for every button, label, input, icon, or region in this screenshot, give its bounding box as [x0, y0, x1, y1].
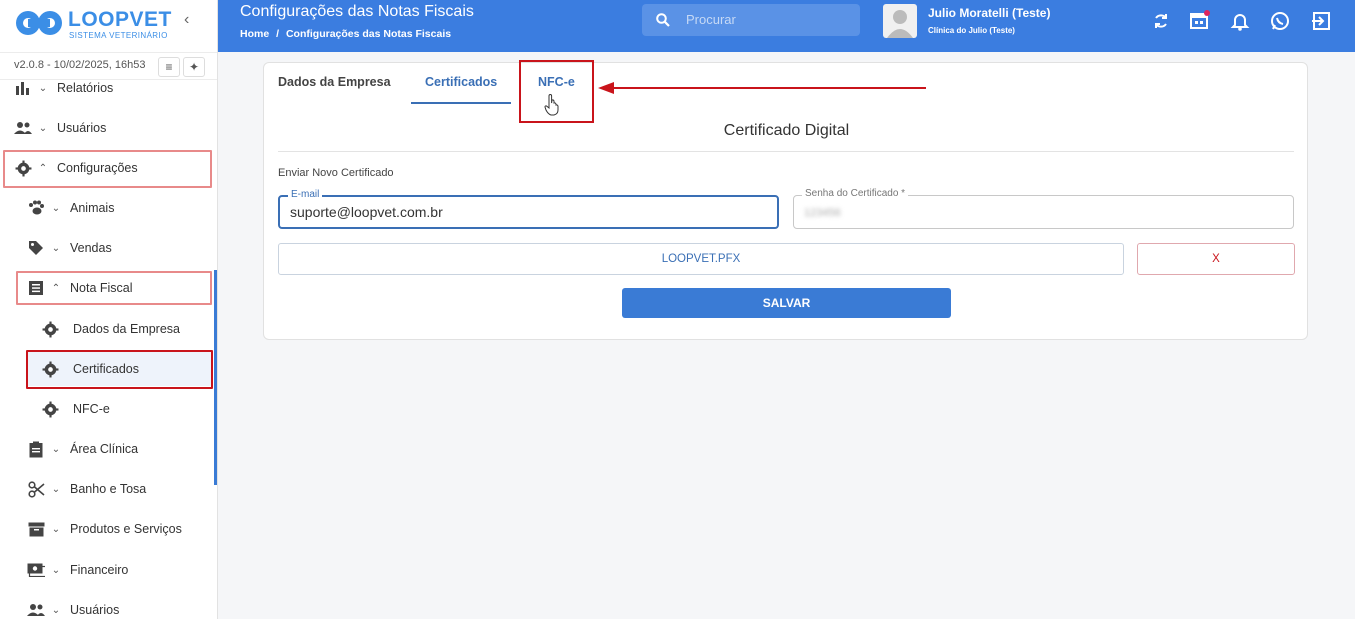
- email-field[interactable]: E-mail suporte@loopvet.com.br: [278, 189, 779, 229]
- sparkle-icon[interactable]: ✦: [183, 57, 205, 77]
- gear-icon: [41, 320, 59, 338]
- sync-icon[interactable]: [1150, 10, 1172, 32]
- bell-icon[interactable]: [1229, 10, 1251, 32]
- topbar: Configurações das Notas Fiscais Home / C…: [218, 0, 1355, 52]
- chevron-down-icon: ⌄: [51, 483, 61, 495]
- highlight-nota-fiscal: [16, 271, 212, 305]
- loopvet-logo-icon: [16, 11, 62, 35]
- subsection-label: Enviar Novo Certificado: [278, 167, 394, 179]
- avatar[interactable]: [883, 4, 917, 38]
- chevron-down-icon: ⌄: [51, 242, 61, 254]
- search-icon: [656, 13, 670, 27]
- sidebar-item-produtos-e-servicos[interactable]: ⌄ Produtos e Serviços: [27, 511, 182, 547]
- sidebar-item-banho-e-tosa[interactable]: ⌄ Banho e Tosa: [27, 471, 146, 507]
- chevron-down-icon: ⌄: [38, 122, 48, 134]
- password-label: Senha do Certificado *: [802, 188, 909, 199]
- chevron-down-icon: ⌄: [38, 82, 48, 94]
- brand-name: LOOPVET: [68, 8, 172, 31]
- annotation-arrow-icon: [598, 82, 926, 94]
- annotation-highlight-nfc-e: [519, 60, 594, 123]
- chevron-down-icon: ⌄: [51, 564, 61, 576]
- email-label: E-mail: [288, 189, 323, 200]
- sidebar-item-label: Produtos e Serviços: [70, 522, 182, 536]
- divider: [278, 151, 1294, 152]
- clipboard-icon: [27, 440, 45, 458]
- sidebar: LOOPVET SISTEMA VETERINÁRIO ‹ v2.0.8 - 1…: [0, 0, 218, 619]
- sidebar-item-label: Relatórios: [57, 81, 114, 95]
- logout-icon[interactable]: [1310, 10, 1332, 32]
- sidebar-item-label: Vendas: [70, 241, 112, 255]
- logo-row: LOOPVET SISTEMA VETERINÁRIO ‹: [0, 0, 217, 48]
- chart-icon: [14, 79, 32, 97]
- certificate-file-button[interactable]: LOOPVET.PFX: [278, 243, 1124, 275]
- archive-icon: [27, 520, 45, 538]
- collapse-sidebar-icon[interactable]: ‹: [184, 11, 189, 29]
- breadcrumb-separator: /: [276, 28, 280, 40]
- sidebar-item-nfc-e[interactable]: NFC-e: [41, 391, 110, 427]
- user-name: Julio Moratelli (Teste): [928, 6, 1051, 20]
- sidebar-item-label: Financeiro: [70, 563, 129, 577]
- tab-certificados[interactable]: Certificados: [425, 75, 497, 89]
- sidebar-item-label: Usuários: [70, 603, 120, 617]
- paw-icon: [27, 199, 45, 217]
- chevron-down-icon: ⌄: [51, 604, 61, 616]
- certificate-password-field[interactable]: Senha do Certificado * 123456: [793, 188, 1294, 229]
- sidebar-item-usuarios[interactable]: ⌄ Usuários: [14, 110, 106, 146]
- sidebar-item-financeiro[interactable]: ⌄ Financeiro: [27, 552, 128, 588]
- sidebar-scrollbar[interactable]: [214, 270, 217, 485]
- chevron-down-icon: ⌄: [51, 443, 61, 455]
- sidebar-item-animais[interactable]: ⌄ Animais: [27, 190, 114, 226]
- save-button[interactable]: SALVAR: [622, 288, 951, 318]
- search-input[interactable]: Procurar: [642, 4, 860, 36]
- whatsapp-icon[interactable]: [1269, 10, 1291, 32]
- sidebar-item-label: Animais: [70, 201, 115, 215]
- remove-file-button[interactable]: X: [1137, 243, 1295, 275]
- scissors-icon: [27, 480, 45, 498]
- sidebar-item-dados-da-empresa[interactable]: Dados da Empresa: [41, 311, 180, 347]
- gear-icon: [41, 400, 59, 418]
- tag-icon: [27, 239, 45, 257]
- sidebar-item-area-clinica[interactable]: ⌄ Área Clínica: [27, 431, 138, 467]
- money-icon: [27, 561, 45, 579]
- sidebar-item-label: Usuários: [57, 121, 107, 135]
- brand-subtitle: SISTEMA VETERINÁRIO: [69, 31, 168, 40]
- users-icon: [14, 119, 32, 137]
- sidebar-item-label: Dados da Empresa: [73, 322, 181, 336]
- sidebar-item-vendas[interactable]: ⌄ Vendas: [27, 230, 112, 266]
- search-placeholder: Procurar: [686, 12, 736, 27]
- breadcrumb: Home / Configurações das Notas Fiscais: [240, 28, 451, 40]
- breadcrumb-current: Configurações das Notas Fiscais: [285, 28, 452, 40]
- section-title: Certificado Digital: [723, 122, 850, 139]
- highlight-certificados: [26, 350, 213, 389]
- sidebar-item-usuarios-2[interactable]: ⌄ Usuários: [27, 592, 119, 619]
- page-title: Configurações das Notas Fiscais: [240, 3, 474, 20]
- certificate-card: Dados da Empresa Certificados NFC-e Cert…: [263, 62, 1308, 340]
- password-value: 123456: [804, 207, 841, 219]
- email-value: suporte@loopvet.com.br: [290, 204, 443, 220]
- highlight-configuracoes: [3, 150, 212, 188]
- sidebar-item-label: Área Clínica: [70, 442, 139, 456]
- sidebar-item-label: Banho e Tosa: [70, 482, 147, 496]
- calendar-icon[interactable]: [1188, 10, 1210, 32]
- chevron-down-icon: ⌄: [51, 202, 61, 214]
- sidebar-item-label: NFC-e: [73, 402, 110, 416]
- active-tab-indicator: [411, 102, 511, 104]
- breadcrumb-home[interactable]: Home: [240, 28, 269, 40]
- menu-list-icon[interactable]: ≡: [158, 57, 180, 77]
- sidebar-item-relatorios[interactable]: ⌄ Relatórios: [14, 70, 113, 106]
- user-clinic: Clínica do Julio (Teste): [928, 26, 1015, 35]
- tab-dados-da-empresa[interactable]: Dados da Empresa: [278, 75, 391, 89]
- users-icon: [27, 601, 45, 619]
- chevron-down-icon: ⌄: [51, 523, 61, 535]
